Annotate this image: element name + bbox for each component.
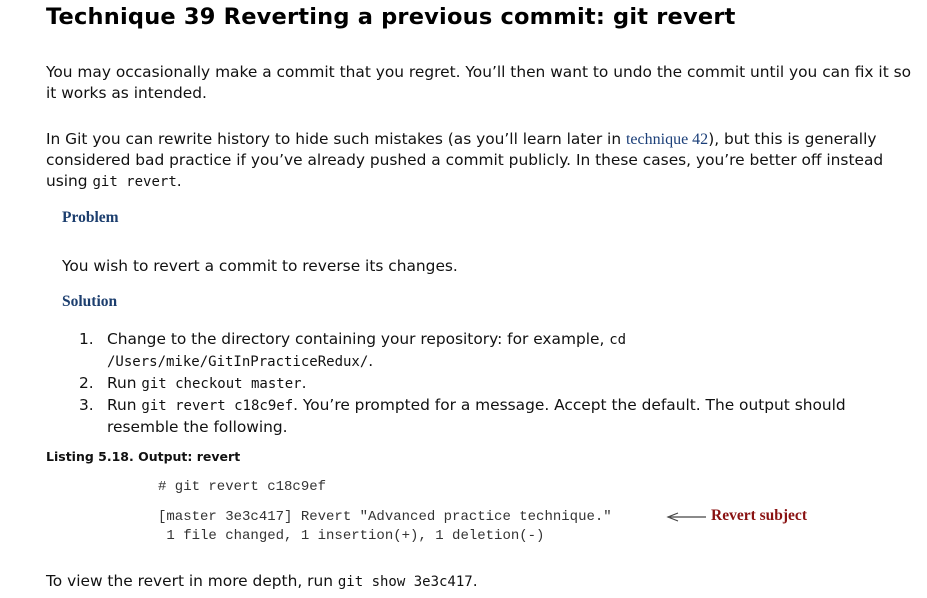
intro-paragraph-2: In Git you can rewrite history to hide s… [46, 129, 896, 193]
listing-line-output-1: [master 3e3c417] Revert "Advanced practi… [158, 509, 612, 525]
footer-paragraph: To view the revert in more depth, run gi… [46, 571, 478, 593]
step-number: 2. [79, 374, 94, 392]
revert-subject-callout: Revert subject [711, 507, 807, 524]
step-text: . [301, 374, 307, 392]
footer-text-a: To view the revert in more depth, run [46, 572, 338, 590]
intro-text-1: You may occasionally make a commit that … [46, 63, 912, 102]
list-item: 2. Run git checkout master. [62, 373, 857, 395]
inline-code-git-show: git show 3e3c417 [337, 574, 473, 590]
problem-heading: Problem [62, 209, 119, 226]
solution-heading: Solution [62, 293, 118, 310]
solution-steps-list: 1. Change to the directory containing you… [62, 329, 857, 438]
listing-title: Listing 5.18. Output: revert [46, 449, 241, 464]
step-number: 1. [79, 330, 94, 348]
intro-paragraph-1: You may occasionally make a commit that … [46, 62, 921, 104]
step-code: git checkout master [141, 376, 302, 392]
step-text: Run [107, 396, 142, 414]
step-text: Change to the directory containing your … [107, 330, 610, 348]
footer-text-b: . [472, 572, 478, 590]
page-title: Technique 39 Reverting a previous commit… [46, 4, 736, 30]
technique-42-link[interactable]: technique 42 [626, 131, 708, 148]
listing-line-command: # git revert c18c9ef [158, 479, 327, 495]
step-text: Run [107, 374, 142, 392]
step-text: . [368, 352, 374, 370]
inline-code-git-revert: git revert [92, 174, 177, 190]
problem-text: You wish to revert a commit to reverse i… [62, 257, 458, 275]
listing-line-output-2: 1 file changed, 1 insertion(+), 1 deleti… [158, 528, 545, 544]
callout-arrow-icon [666, 512, 706, 522]
intro-text-2c: . [176, 172, 182, 190]
intro-text-2a: In Git you can rewrite history to hide s… [46, 130, 626, 148]
step-code: git revert c18c9ef [141, 398, 294, 414]
list-item: 1. Change to the directory containing you… [62, 329, 727, 373]
list-item: 3. Run git revert c18c9ef. You’re prompte… [62, 395, 857, 438]
step-number: 3. [79, 396, 94, 414]
